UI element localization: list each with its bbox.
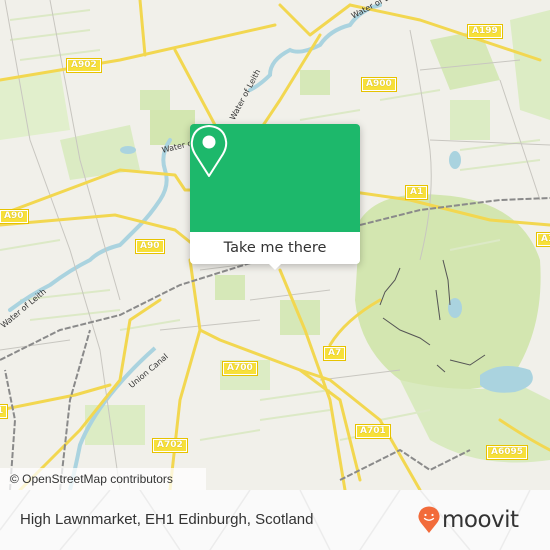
location-address: High Lawnmarket, EH1 Edinburgh, Scotland <box>20 511 314 528</box>
map-view[interactable]: A902 A199 A900 A90 A90 A1 A1 A1 A700 A7 … <box>0 0 550 490</box>
road-label-a700: A700 <box>222 361 258 376</box>
popup-pointer <box>268 263 282 270</box>
map-pin-icon <box>190 125 228 177</box>
footer-bar: High Lawnmarket, EH1 Edinburgh, Scotland… <box>0 490 550 550</box>
moovit-wordmark: moovit <box>442 507 519 533</box>
take-me-there-button[interactable]: Take me there <box>190 232 360 264</box>
road-label-a7: A7 <box>322 346 347 361</box>
moovit-pin-icon <box>418 506 440 533</box>
moovit-logo[interactable]: moovit <box>418 502 519 538</box>
map-attribution[interactable]: © OpenStreetMap contributors <box>0 468 206 490</box>
road-label-a6095: A6095 <box>485 445 529 460</box>
road-label-a90-mid: A90 <box>135 239 165 254</box>
road-label-a90-left: A90 <box>0 209 29 224</box>
road-label-a199: A199 <box>467 24 503 39</box>
road-label-a701: A701 <box>355 424 391 439</box>
road-label-a1-left: A1 <box>0 404 9 419</box>
road-label-a902: A902 <box>66 58 102 73</box>
pond <box>449 151 461 169</box>
popup-header <box>190 124 360 232</box>
road-label-a1-right: A1 <box>535 232 550 247</box>
location-popup: Take me there <box>190 124 360 270</box>
road-label-a1-center: A1 <box>404 185 429 200</box>
road-label-a702: A702 <box>152 438 188 453</box>
pond <box>120 146 136 154</box>
road-label-a900: A900 <box>361 77 397 92</box>
